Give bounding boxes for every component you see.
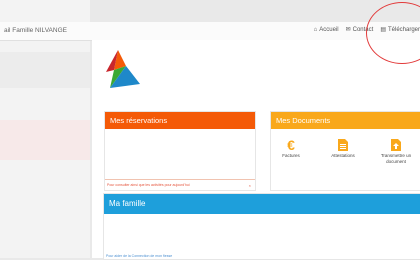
left-background-strip [0, 120, 90, 160]
upload-file-icon [391, 139, 401, 151]
nav-label: Accueil [319, 26, 339, 33]
euro-icon: € [287, 137, 295, 153]
doc-item-transmettre[interactable]: Transmettre un document [376, 139, 416, 164]
doc-item-attestations[interactable]: Attestations [323, 139, 363, 159]
top-header-bar: ail Famille NILVANGE ⌂ Accueil ✉ Contact… [0, 22, 420, 41]
doc-item-label: Transmettre un document [380, 153, 412, 164]
famille-info-text[interactable]: Pour aider de la Connection de mon fiess… [106, 254, 172, 258]
left-background-strip [0, 52, 90, 88]
reservations-info-text: Pour consulter ainsi que les activités p… [107, 183, 190, 187]
famille-title: Ma famille [104, 194, 420, 214]
envelope-icon: ✉ [345, 27, 351, 33]
close-icon[interactable]: × [249, 183, 251, 188]
site-brand[interactable]: ail Famille NILVANGE [4, 27, 67, 34]
reservations-info: Pour consulter ainsi que les activités p… [105, 183, 255, 188]
reservations-title: Mes réservations [105, 112, 255, 129]
documents-panel: Mes Documents € Factures Attestations Tr… [270, 111, 420, 191]
famille-panel[interactable]: Ma famille Pour aider de la Connection d… [103, 193, 420, 260]
file-icon [338, 139, 348, 151]
reservations-panel[interactable]: Mes réservations Pour consulter ainsi qu… [104, 111, 256, 191]
app-logo [106, 50, 140, 88]
doc-item-label: Factures [282, 153, 300, 158]
home-icon: ⌂ [313, 26, 318, 33]
documents-title: Mes Documents [271, 112, 420, 129]
doc-item-label: Attestations [331, 153, 355, 158]
divider [105, 179, 255, 180]
nav-item-accueil[interactable]: ⌂ Accueil [314, 26, 339, 33]
doc-item-factures[interactable]: € Factures [271, 137, 311, 159]
